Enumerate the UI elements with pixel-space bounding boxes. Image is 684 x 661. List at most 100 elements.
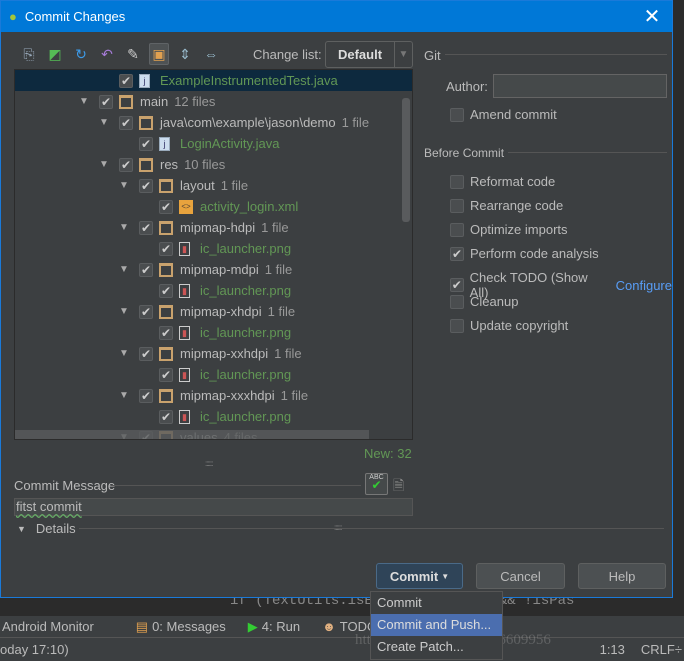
amend-commit-checkbox[interactable]: Amend commit: [450, 107, 557, 122]
spellcheck-button[interactable]: ABC ✔: [365, 473, 388, 495]
tree-row[interactable]: ▼ ✔ mipmap-mdpi 1 file: [15, 259, 412, 280]
checkbox[interactable]: [450, 107, 464, 122]
group-by-directory-icon[interactable]: ▣: [149, 43, 169, 65]
edit-source-icon[interactable]: ✎: [123, 43, 143, 65]
checkbox[interactable]: ✔: [139, 220, 153, 235]
checkbox[interactable]: ✔: [139, 136, 153, 151]
configure-link[interactable]: Configure: [616, 278, 672, 293]
before-commit-option[interactable]: ✔ Perform code analysis: [450, 246, 599, 261]
tree-row[interactable]: ▼ ✔ java\com\example\jason\demo 1 file: [15, 112, 412, 133]
option-label: Rearrange code: [470, 198, 564, 213]
expand-arrow-icon[interactable]: ▼: [119, 306, 129, 317]
tree-horizontal-scrollbar[interactable]: [15, 430, 369, 439]
android-monitor-tab[interactable]: Android Monitor: [2, 619, 94, 634]
checkbox[interactable]: ✔: [159, 283, 173, 298]
checkbox[interactable]: ✔: [450, 278, 464, 292]
checkbox[interactable]: ✔: [119, 115, 133, 130]
line-separator[interactable]: CRLF÷: [641, 642, 682, 657]
caret-position[interactable]: 1:13: [600, 642, 625, 657]
before-commit-option[interactable]: Update copyright: [450, 318, 568, 333]
commit-history-icon[interactable]: 🗎: [393, 475, 404, 499]
tree-row[interactable]: ✔ <> activity_login.xml: [15, 196, 412, 217]
divider: [508, 152, 667, 153]
chevron-down-icon: ▼: [394, 42, 412, 67]
checkbox[interactable]: ✔: [139, 388, 153, 403]
checkbox[interactable]: ✔: [139, 304, 153, 319]
refresh-icon[interactable]: ↻: [71, 43, 91, 65]
checkbox[interactable]: [450, 222, 464, 237]
checkbox[interactable]: ✔: [159, 325, 173, 340]
expand-arrow-icon[interactable]: ▼: [99, 117, 109, 128]
tree-row[interactable]: ▼ ✔ main 12 files: [15, 91, 412, 112]
tree-item-label: activity_login.xml: [200, 199, 299, 214]
checkbox[interactable]: ✔: [159, 409, 173, 424]
checkbox[interactable]: ✔: [119, 157, 133, 172]
tree-vertical-scrollbar[interactable]: [402, 98, 410, 222]
show-diff-icon[interactable]: ⎘: [19, 43, 39, 65]
expand-arrow-icon[interactable]: ▼: [99, 159, 109, 170]
run-tab[interactable]: ▶ 4: Run: [248, 619, 300, 635]
checkbox[interactable]: ✔: [139, 346, 153, 361]
checkbox[interactable]: ✔: [159, 241, 173, 256]
commit-message-input[interactable]: fitst commit: [14, 498, 413, 516]
before-commit-option[interactable]: Rearrange code: [450, 198, 563, 213]
tree-row[interactable]: ▼ ✔ layout 1 file: [15, 175, 412, 196]
expand-arrow-icon[interactable]: ▼: [119, 180, 129, 191]
tree-row[interactable]: ▼ ✔ mipmap-xxhdpi 1 file: [15, 343, 412, 364]
messages-tab[interactable]: ▤ 0: Messages: [136, 619, 226, 635]
menu-item-create-patch[interactable]: Create Patch...: [371, 636, 502, 658]
folder-icon: [119, 94, 133, 109]
changelist-dropdown[interactable]: Default ▼: [325, 41, 413, 68]
revert-icon[interactable]: ↶: [97, 43, 117, 65]
expand-arrow-icon[interactable]: ▼: [119, 348, 129, 359]
before-commit-option[interactable]: Optimize imports: [450, 222, 568, 237]
cancel-button[interactable]: Cancel: [476, 563, 565, 589]
checkbox[interactable]: [450, 318, 464, 333]
menu-item-commit[interactable]: Commit: [371, 592, 502, 614]
tree-row[interactable]: ✔ ▮ ic_launcher.png: [15, 406, 412, 427]
changelist-label: Change list:: [253, 47, 322, 62]
move-to-changelist-icon[interactable]: ◩: [45, 43, 65, 65]
todo-icon: ☻: [322, 619, 336, 634]
tree-row[interactable]: ▼ ✔ res 10 files: [15, 154, 412, 175]
checkbox[interactable]: [450, 198, 464, 213]
expand-arrow-icon[interactable]: ▼: [79, 96, 89, 107]
tree-row[interactable]: ▼ ✔ mipmap-xhdpi 1 file: [15, 301, 412, 322]
before-commit-option[interactable]: Reformat code: [450, 174, 555, 189]
author-input[interactable]: [493, 74, 667, 98]
tree-row[interactable]: ✔ ▮ ic_launcher.png: [15, 238, 412, 259]
checkbox[interactable]: ✔: [119, 73, 133, 88]
tree-row[interactable]: ✔ ▮ ic_launcher.png: [15, 322, 412, 343]
close-icon[interactable]: ✕: [632, 4, 672, 29]
checkbox[interactable]: ✔: [159, 199, 173, 214]
checkbox[interactable]: ✔: [450, 246, 464, 261]
checkbox[interactable]: ✔: [99, 94, 113, 109]
checkbox[interactable]: [450, 294, 464, 309]
tree-item-label: mipmap-mdpi 1 file: [180, 262, 293, 277]
splitter-handle[interactable]: ::::::: [334, 523, 342, 532]
expand-arrow-icon[interactable]: ▼: [119, 264, 129, 275]
changes-tree[interactable]: ▼✔values4 files✔▮ic_launcher.png▼✔mipmap…: [14, 69, 413, 440]
java-file-icon: j: [139, 73, 150, 88]
details-toggle[interactable]: ▼ Details: [17, 521, 76, 536]
tree-row[interactable]: ✔ ▮ ic_launcher.png: [15, 364, 412, 385]
help-button[interactable]: Help: [578, 563, 666, 589]
checkbox[interactable]: ✔: [139, 262, 153, 277]
before-commit-option[interactable]: Cleanup: [450, 294, 518, 309]
tree-row[interactable]: ✔ ▮ ic_launcher.png: [15, 280, 412, 301]
checkbox[interactable]: ✔: [159, 367, 173, 382]
expand-arrow-icon[interactable]: ▼: [119, 390, 129, 401]
collapse-all-icon[interactable]: ⇔: [201, 43, 221, 65]
commit-button[interactable]: Commit ▼: [376, 563, 463, 589]
expand-all-icon[interactable]: ⇕: [175, 43, 195, 65]
splitter-handle[interactable]: ::::::: [205, 459, 213, 468]
tree-row[interactable]: ✔ j ExampleInstrumentedTest.java: [15, 70, 412, 91]
tree-row[interactable]: ▼ ✔ mipmap-xxxhdpi 1 file: [15, 385, 412, 406]
expand-arrow-icon[interactable]: ▼: [119, 222, 129, 233]
tree-row[interactable]: ✔ j LoginActivity.java: [15, 133, 412, 154]
tree-item-label: LoginActivity.java: [180, 136, 280, 151]
checkbox[interactable]: ✔: [139, 178, 153, 193]
checkbox[interactable]: [450, 174, 464, 189]
menu-item-commit-and-push[interactable]: Commit and Push...: [371, 614, 502, 636]
tree-row[interactable]: ▼ ✔ mipmap-hdpi 1 file: [15, 217, 412, 238]
